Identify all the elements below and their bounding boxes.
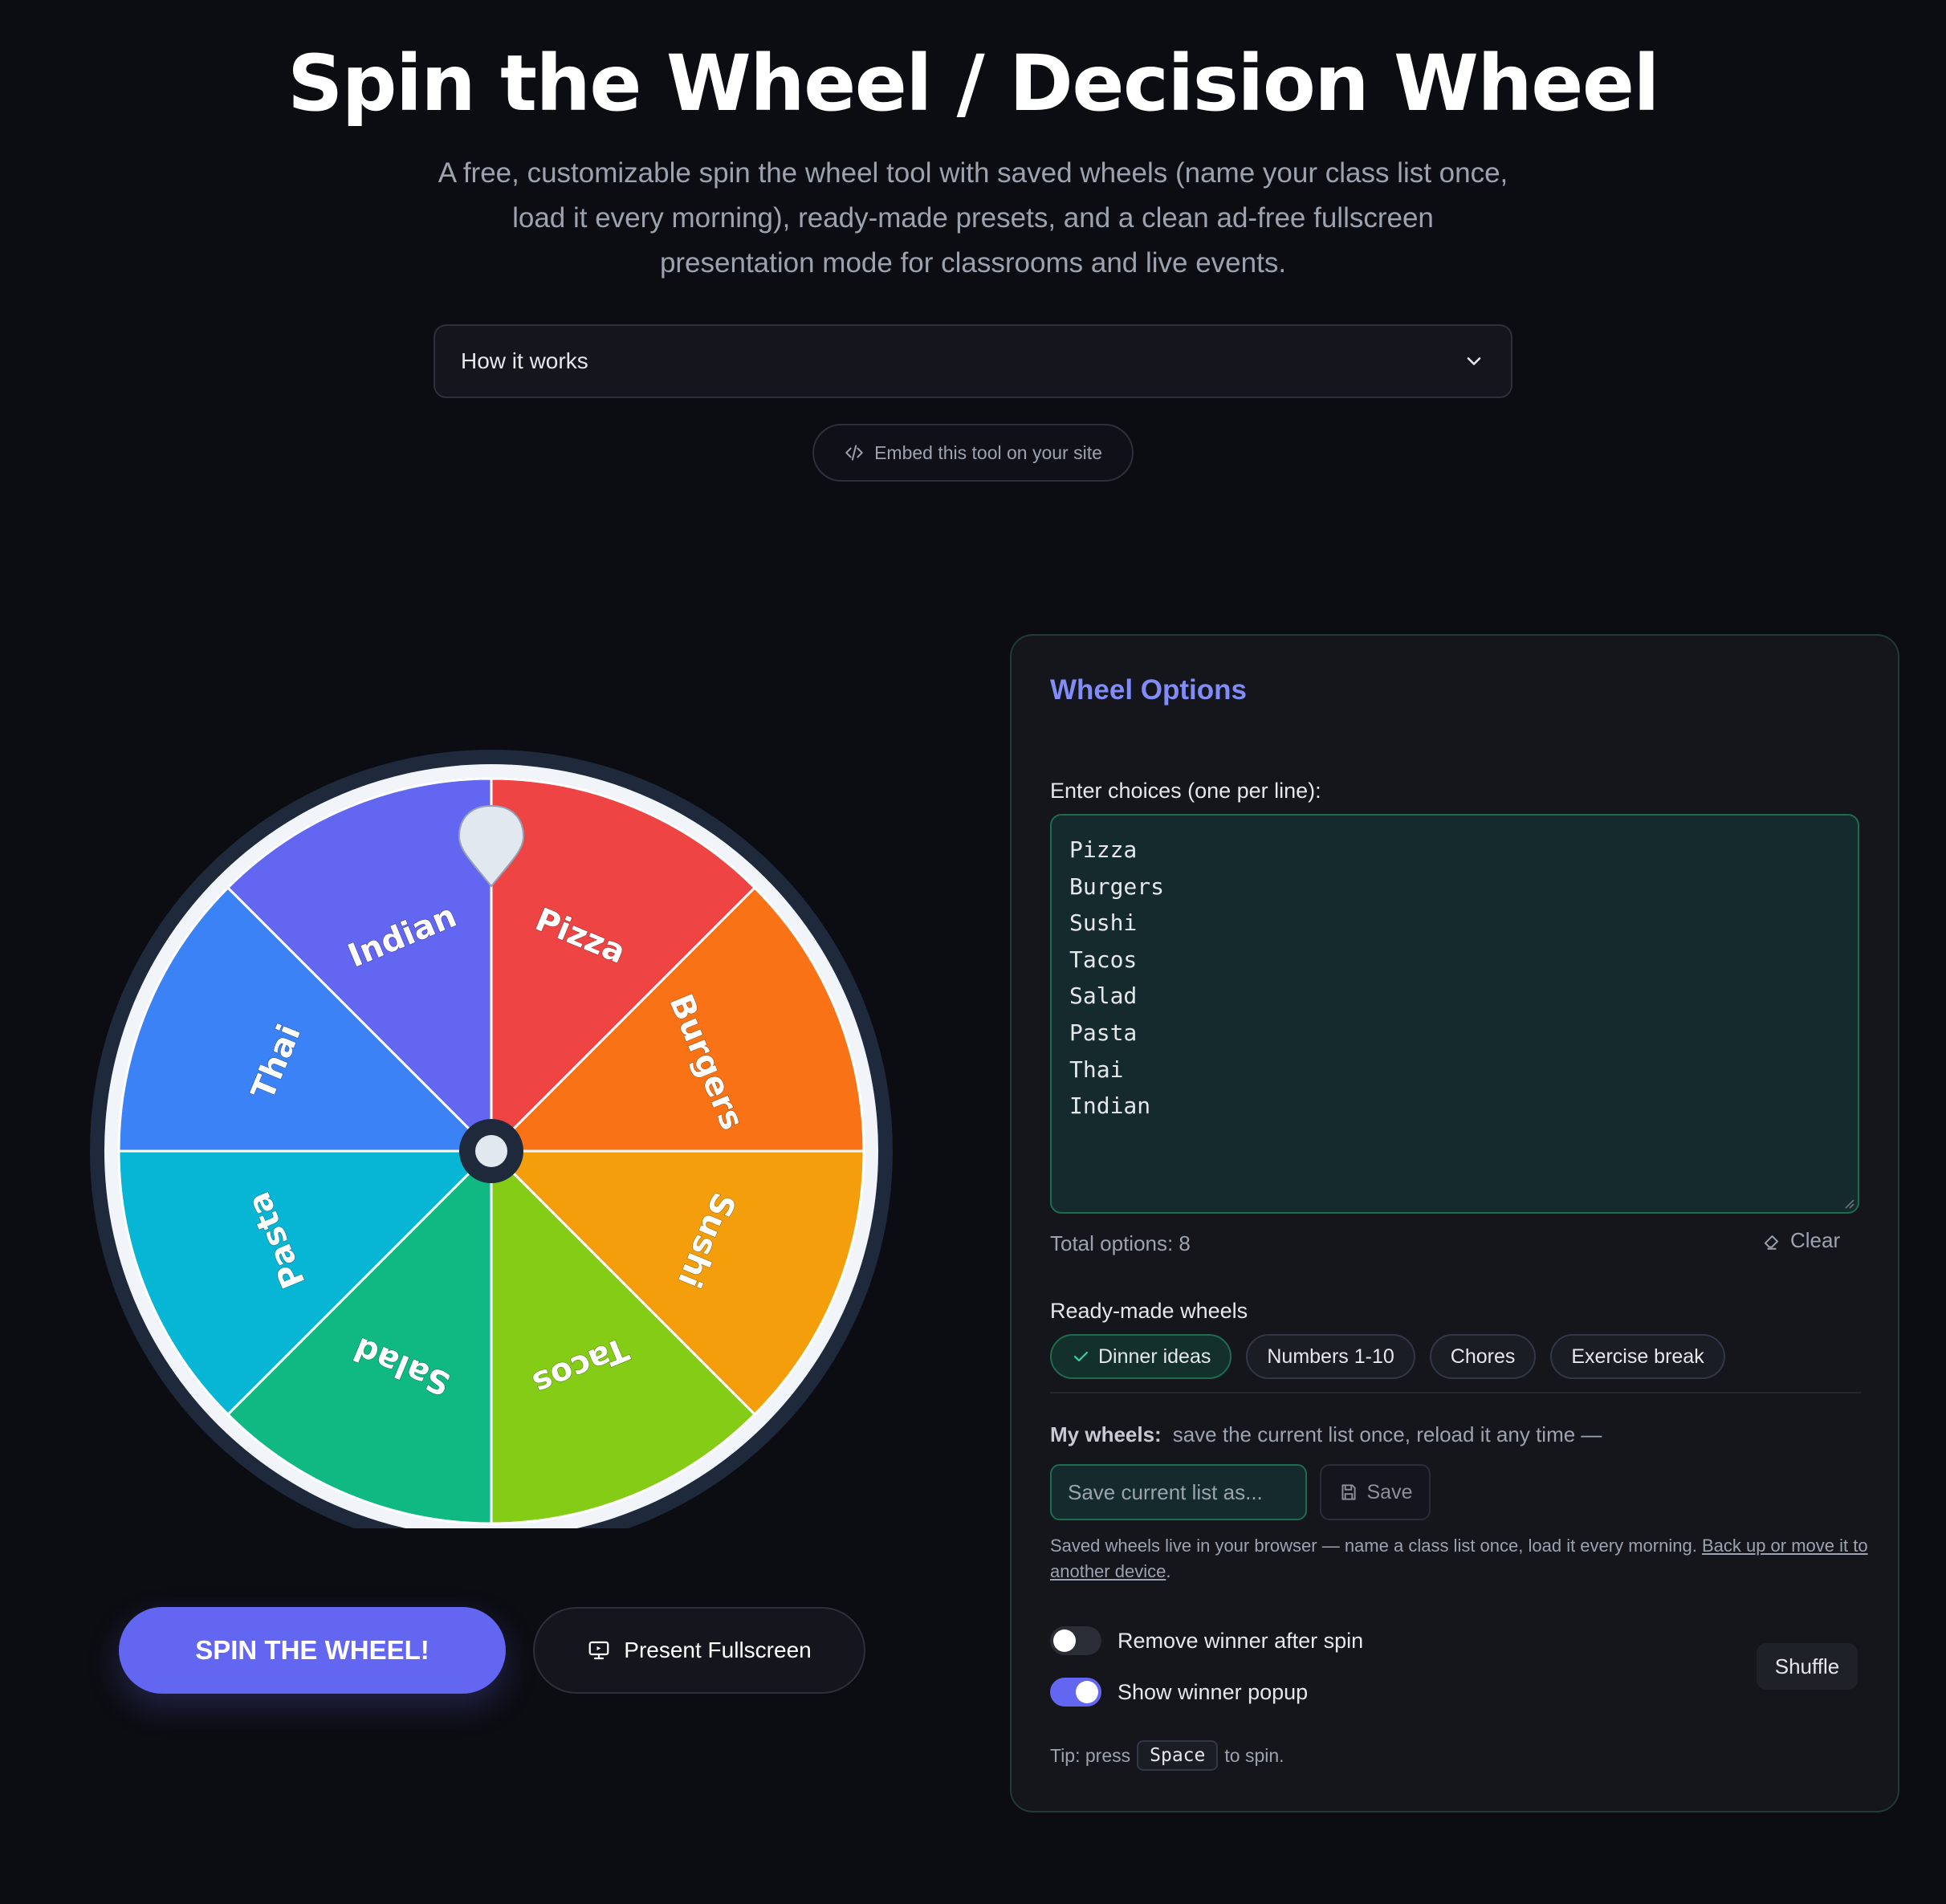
preset-label: Numbers 1-10 — [1267, 1345, 1394, 1368]
save-label: Save — [1366, 1480, 1413, 1503]
save-icon — [1341, 1484, 1356, 1500]
show-popup-toggle[interactable] — [1050, 1678, 1101, 1707]
remove-winner-label: Remove winner after spin — [1118, 1628, 1364, 1653]
monitor-play-icon — [588, 1641, 609, 1660]
remove-winner-row: Remove winner after spin — [1050, 1626, 1363, 1655]
preset-chips: Dinner ideas Numbers 1-10 Chores Exercis… — [1050, 1334, 1725, 1379]
clear-label: Clear — [1790, 1228, 1841, 1252]
space-key: Space — [1137, 1740, 1219, 1771]
my-wheels-desc: save the current list once, reload it an… — [1172, 1422, 1602, 1446]
my-wheels-label: My wheels: — [1050, 1422, 1162, 1446]
tip-suffix: to spin. — [1224, 1744, 1284, 1766]
note-text: Saved wheels live in your browser — name… — [1050, 1536, 1697, 1556]
shuffle-button[interactable]: Shuffle — [1757, 1643, 1858, 1690]
my-wheels-heading: My wheels: save the current list once, re… — [1050, 1422, 1602, 1447]
clear-button[interactable]: Clear — [1761, 1228, 1840, 1253]
embed-label: Embed this tool on your site — [874, 441, 1102, 463]
spin-button[interactable]: SPIN THE WHEEL! — [119, 1607, 506, 1694]
eraser-icon — [1764, 1235, 1779, 1250]
code-icon — [845, 445, 863, 461]
check-icon — [1073, 1351, 1089, 1362]
page-title: Spin the Wheel / Decision Wheel — [287, 39, 1659, 128]
wheel-graphic[interactable]: PizzaBurgersSushiTacosSaladPastaThaiIndi… — [88, 722, 894, 1552]
page-subtitle: A free, customizable spin the wheel tool… — [438, 157, 1508, 279]
total-options: Total options: 8 — [1050, 1231, 1191, 1255]
preset-dinner-ideas[interactable]: Dinner ideas — [1050, 1334, 1232, 1379]
saved-wheels-note: Saved wheels live in your browser — name… — [1050, 1536, 1868, 1581]
preset-label: Exercise break — [1571, 1345, 1704, 1368]
wheel-options-title: Wheel Options — [1050, 674, 1247, 706]
how-it-works-label: How it works — [461, 348, 588, 373]
wheel-hub-center — [475, 1135, 507, 1167]
resize-grip-icon[interactable] — [1843, 1198, 1854, 1209]
section-divider — [1050, 1392, 1861, 1393]
keyboard-tip: Tip: press Space to spin. — [1050, 1740, 1284, 1771]
present-fullscreen-button[interactable]: Present Fullscreen — [533, 1607, 865, 1694]
ready-made-label: Ready-made wheels — [1050, 1299, 1248, 1323]
remove-winner-toggle[interactable] — [1050, 1626, 1101, 1655]
preset-label: Chores — [1450, 1345, 1516, 1368]
choices-label: Enter choices (one per line): — [1050, 779, 1321, 803]
tip-prefix: Tip: press — [1050, 1744, 1131, 1766]
preset-label: Dinner ideas — [1098, 1345, 1211, 1368]
chevron-down-icon — [1467, 357, 1481, 365]
choices-textarea[interactable] — [1050, 814, 1859, 1214]
present-fullscreen-label: Present Fullscreen — [624, 1638, 812, 1662]
preset-chores[interactable]: Chores — [1429, 1334, 1537, 1379]
preset-numbers[interactable]: Numbers 1-10 — [1246, 1334, 1415, 1379]
embed-tool-button[interactable]: Embed this tool on your site — [812, 424, 1134, 482]
decision-wheel[interactable]: Pizza Burgers Sushi Tacos Salad Pasta Thai Indi… — [88, 722, 894, 1552]
how-it-works-accordion[interactable]: How it works — [434, 324, 1512, 398]
show-popup-row: Show winner popup — [1050, 1678, 1308, 1707]
save-list-input[interactable] — [1050, 1464, 1307, 1520]
save-button[interactable]: Save — [1320, 1464, 1431, 1520]
show-popup-label: Show winner popup — [1118, 1679, 1309, 1704]
preset-exercise-break[interactable]: Exercise break — [1550, 1334, 1725, 1379]
